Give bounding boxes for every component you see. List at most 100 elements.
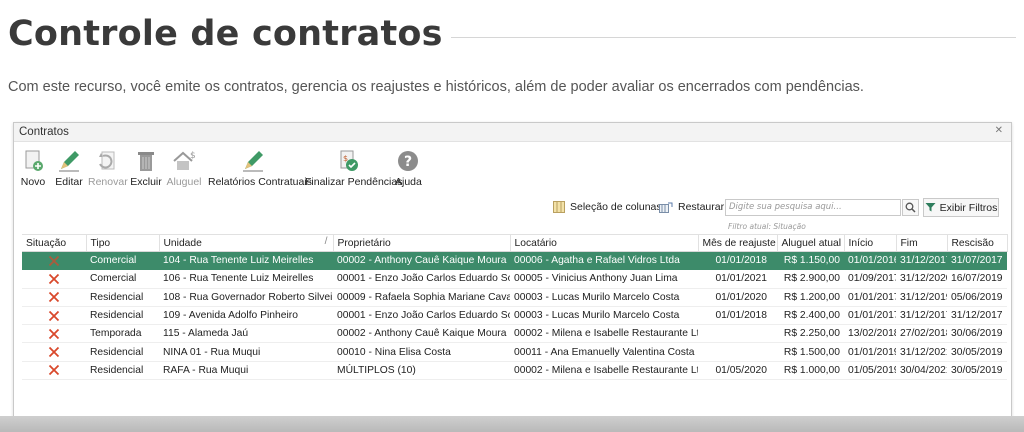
current-filter-note: Filtro atual: Situação: [728, 222, 806, 231]
status-cell: [22, 251, 86, 271]
cell-tipo: Residencial: [86, 306, 159, 326]
cell-inicio: 01/09/2017: [844, 269, 896, 289]
cell-rescisao: 05/06/2019: [947, 288, 1007, 307]
page-header: Controle de contratos: [8, 6, 1016, 66]
table-row[interactable]: Residencial RAFA - Rua Muqui MÚLTIPLOS (10…: [22, 361, 1007, 381]
cell-inicio: 01/01/2017: [844, 306, 896, 326]
search-icon: [905, 202, 916, 213]
page-description: Com este recurso, você emite os contrato…: [8, 79, 864, 95]
restore-button[interactable]: Restaurar: [659, 201, 724, 213]
cell-fim: 30/04/2021: [896, 361, 947, 381]
status-cell: [22, 269, 86, 289]
cell-unidade: RAFA - Rua Muqui: [159, 361, 333, 381]
page-title: Controle de contratos: [8, 14, 443, 54]
renew-button[interactable]: Renovar: [88, 149, 128, 189]
house-money-icon: $: [173, 151, 196, 170]
column-header[interactable]: Proprietário: [333, 234, 511, 252]
table-header-row: Situação Tipo Unidade / Proprietário Loca…: [22, 234, 1008, 252]
cell-tipo: Residencial: [86, 361, 159, 381]
report-pencil-icon: [243, 151, 263, 172]
cell-fim: 31/12/2017: [896, 306, 947, 326]
cell-unidade: 109 - Avenida Adolfo Pinheiro: [159, 306, 333, 326]
cell-proprietario: 00001 - Enzo João Carlos Eduardo Souza: [333, 269, 510, 289]
status-cell: [22, 324, 86, 344]
cell-inicio: 01/01/2019: [844, 342, 896, 362]
cell-aluguel: R$ 2.900,00: [777, 269, 844, 289]
cell-mes-reajuste: 01/01/2018: [698, 306, 777, 326]
cell-proprietario: 00001 - Enzo João Carlos Eduardo Souza: [333, 306, 510, 326]
cell-unidade: 108 - Rua Governador Roberto Silveira: [159, 288, 333, 307]
cell-aluguel: R$ 2.400,00: [777, 306, 844, 326]
column-header[interactable]: Locatário: [510, 234, 699, 252]
cell-locatario: 00002 - Milena e Isabelle Restaurante Lt…: [510, 324, 698, 344]
table-row[interactable]: Comercial 106 - Rua Tenente Luiz Meirelle…: [22, 269, 1007, 289]
new-button[interactable]: Novo: [20, 149, 46, 189]
cell-locatario: 00011 - Ana Emanuelly Valentina Costa: [510, 342, 698, 362]
svg-text:$: $: [190, 151, 196, 161]
x-mark-icon: [48, 346, 60, 358]
search-input[interactable]: Digite sua pesquisa aqui...: [725, 199, 901, 216]
table-row[interactable]: Temporada 115 - Alameda Jaú 00002 - Anthon…: [22, 324, 1007, 344]
x-mark-icon: [48, 273, 60, 285]
cell-fim: 31/12/2019: [896, 288, 947, 307]
cell-aluguel: R$ 2.250,00: [777, 324, 844, 344]
cell-inicio: 01/01/2016: [844, 251, 896, 271]
search-button[interactable]: [902, 199, 919, 216]
cell-rescisao: 30/06/2019: [947, 324, 1007, 344]
title-divider: [451, 37, 1016, 38]
status-cell: [22, 306, 86, 326]
cell-unidade: 115 - Alameda Jaú: [159, 324, 333, 344]
cell-mes-reajuste: 01/01/2020: [698, 288, 777, 307]
cell-rescisao: 30/05/2019: [947, 361, 1007, 381]
column-header[interactable]: Aluguel atual: [777, 234, 845, 252]
x-mark-icon: [48, 365, 60, 376]
table-row[interactable]: Comercial 104 - Rua Tenente Luiz Meirelle…: [22, 251, 1007, 271]
cell-proprietario: 00002 - Anthony Cauê Kaique Moura: [333, 324, 510, 344]
finalize-pending-button[interactable]: $ Finalizar Pendências: [305, 149, 402, 189]
window-titlebar: Contratos ✕: [14, 123, 1011, 142]
cell-tipo: Residencial: [86, 288, 159, 307]
cell-tipo: Comercial: [86, 251, 159, 271]
close-icon[interactable]: ✕: [995, 125, 1003, 136]
cell-rescisao: 16/07/2019: [947, 269, 1007, 289]
cell-proprietario: MÚLTIPLOS (10): [333, 361, 510, 381]
column-selection-button[interactable]: Seleção de colunas: [553, 201, 662, 213]
toolbar: Novo Editar Renovar Excluir $ Aluguel Re…: [14, 145, 1011, 189]
status-cell: [22, 342, 86, 362]
table-row[interactable]: Residencial 108 - Rua Governador Roberto …: [22, 288, 1007, 307]
cell-locatario: 00006 - Agatha e Rafael Vidros Ltda: [510, 251, 698, 271]
columns-icon: [553, 201, 565, 213]
column-header[interactable]: Início: [844, 234, 897, 252]
x-mark-icon: [48, 310, 60, 321]
filter-bar: Seleção de colunas Restaurar Digite sua …: [14, 195, 1011, 235]
pencil-icon: [59, 151, 79, 172]
show-filters-button[interactable]: Exibir Filtros: [923, 198, 999, 217]
cell-fim: 31/12/2020: [896, 269, 947, 289]
status-cell: [22, 361, 86, 381]
column-header[interactable]: Tipo: [86, 234, 160, 252]
column-header[interactable]: Situação: [22, 234, 87, 252]
sort-indicator: /: [324, 236, 328, 247]
help-button[interactable]: ? Ajuda: [395, 149, 422, 189]
edit-button[interactable]: Editar: [54, 149, 84, 189]
delete-button[interactable]: Excluir: [130, 149, 162, 189]
column-header[interactable]: Rescisão: [947, 234, 1008, 252]
cell-locatario: 00003 - Lucas Murilo Marcelo Costa: [510, 306, 698, 326]
table-row[interactable]: Residencial NINA 01 - Rua Muqui 00010 - Ni…: [22, 342, 1007, 362]
table-row[interactable]: Residencial 109 - Avenida Adolfo Pinheiro…: [22, 306, 1007, 326]
rent-button[interactable]: $ Aluguel: [166, 149, 202, 189]
cell-rescisao: 31/07/2017: [947, 251, 1007, 271]
window-title: Contratos: [19, 126, 69, 138]
column-header[interactable]: Mês de reajuste: [698, 234, 778, 252]
page-bottom-shadow: [0, 416, 1024, 432]
status-cell: [22, 288, 86, 307]
column-header[interactable]: Fim: [896, 234, 948, 252]
svg-text:?: ?: [404, 154, 412, 170]
column-header[interactable]: Unidade /: [159, 234, 334, 252]
contracts-table: Situação Tipo Unidade / Proprietário Loca…: [22, 234, 1008, 381]
cell-inicio: 01/05/2019: [844, 361, 896, 381]
cell-aluguel: R$ 1.150,00: [777, 251, 844, 271]
cell-aluguel: R$ 1.500,00: [777, 342, 844, 362]
contracts-window: Contratos ✕ Novo Editar Renovar Excluir …: [13, 122, 1012, 418]
contract-reports-button[interactable]: Relatórios Contratuais: [208, 149, 312, 189]
